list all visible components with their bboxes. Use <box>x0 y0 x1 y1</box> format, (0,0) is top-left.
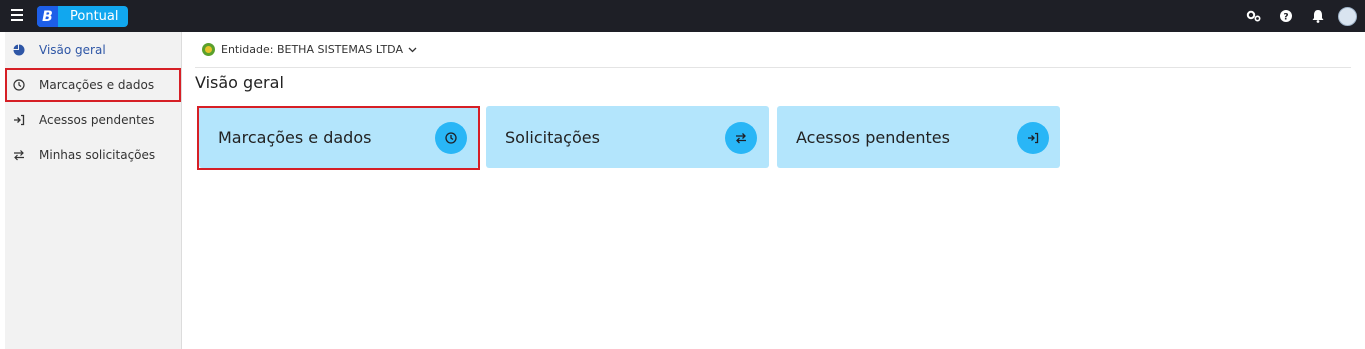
sign-in-icon <box>1017 122 1049 154</box>
help-icon[interactable]: ? <box>1270 0 1302 32</box>
brand-logo: B <box>37 6 58 27</box>
sidebar-item-acessos[interactable]: Acessos pendentes <box>5 103 181 137</box>
pie-chart-icon <box>12 44 26 56</box>
sidebar-item-label: Visão geral <box>39 43 106 57</box>
sidebar-item-visao-geral[interactable]: Visão geral <box>5 33 181 67</box>
menu-icon[interactable] <box>11 9 23 21</box>
page-title: Visão geral <box>195 73 284 92</box>
swap-icon <box>12 149 26 161</box>
card-label: Acessos pendentes <box>796 128 950 147</box>
card-acessos[interactable]: Acessos pendentes <box>777 106 1060 168</box>
divider <box>195 67 1351 68</box>
svg-text:?: ? <box>1283 13 1288 23</box>
gears-icon[interactable] <box>1238 0 1270 32</box>
highlight-box <box>197 106 480 170</box>
card-solicitacoes[interactable]: Solicitações <box>486 106 769 168</box>
bell-icon[interactable] <box>1302 0 1334 32</box>
highlight-box <box>5 68 181 102</box>
app-brand[interactable]: B Pontual <box>37 6 129 27</box>
swap-icon <box>725 122 757 154</box>
entity-emblem-icon <box>202 43 215 56</box>
sidebar-item-label: Acessos pendentes <box>39 113 155 127</box>
chevron-down-icon <box>408 47 417 53</box>
top-bar: B Pontual ? <box>0 0 1365 32</box>
entity-selector[interactable]: Entidade: BETHA SISTEMAS LTDA <box>202 43 417 56</box>
sidebar-item-solicitacoes[interactable]: Minhas solicitações <box>5 138 181 172</box>
sign-in-icon <box>12 114 26 126</box>
app-name: Pontual <box>70 9 119 24</box>
entity-label: Entidade: BETHA SISTEMAS LTDA <box>221 43 403 56</box>
sidebar-item-label: Minhas solicitações <box>39 148 156 162</box>
card-label: Solicitações <box>505 128 600 147</box>
main-content: Entidade: BETHA SISTEMAS LTDA Visão gera… <box>182 32 1365 349</box>
user-avatar[interactable] <box>1338 6 1357 26</box>
